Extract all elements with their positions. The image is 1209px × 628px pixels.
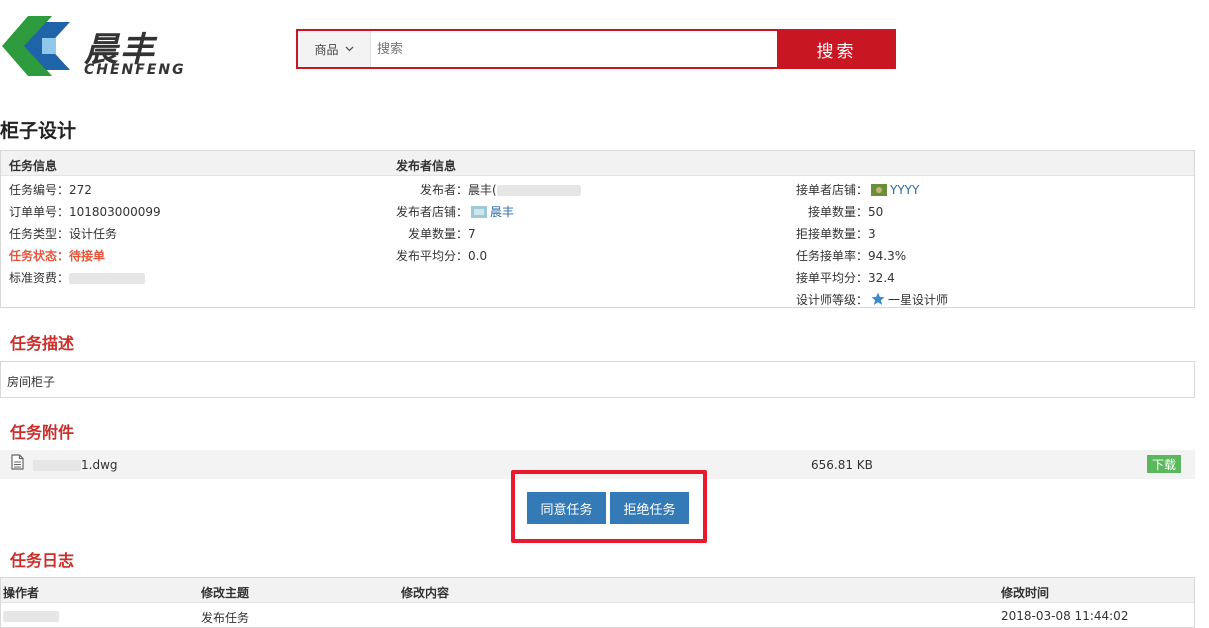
publisher-shop: 发布者店铺： 晨丰 bbox=[396, 203, 514, 220]
publisher-shop-link[interactable]: 晨丰 bbox=[490, 205, 514, 219]
reject-task-button[interactable]: 拒绝任务 bbox=[610, 492, 689, 524]
download-button[interactable]: 下载 bbox=[1147, 455, 1181, 473]
taker-shop-label: 接单者店铺： bbox=[796, 183, 869, 197]
publisher: 发布者：晨丰( bbox=[420, 181, 581, 198]
brand-name-en: CHENFENG bbox=[84, 62, 186, 78]
taker-shop-link[interactable]: YYYY bbox=[890, 183, 919, 197]
search-bar: 商品 搜索 bbox=[296, 29, 896, 69]
attachment-file-suffix: 1.dwg bbox=[81, 458, 118, 472]
log-operator bbox=[3, 609, 59, 623]
taker-avg-score: 接单平均分：32.4 bbox=[796, 271, 895, 285]
description-heading: 任务描述 bbox=[10, 334, 75, 353]
publisher-label: 发布者： bbox=[420, 183, 469, 197]
designer-level-value: 一星设计师 bbox=[888, 293, 949, 307]
log-column-content: 修改内容 bbox=[401, 586, 450, 600]
page-title: 柜子设计 bbox=[0, 120, 77, 142]
standard-fee-label: 标准资费： bbox=[9, 271, 70, 285]
publisher-avg-score: 发布平均分：0.0 bbox=[396, 249, 488, 263]
search-button[interactable]: 搜索 bbox=[777, 29, 896, 69]
taker-accepted: 接单数量：50 bbox=[808, 205, 884, 219]
task-id: 任务编号：272 bbox=[9, 183, 92, 197]
log-heading: 任务日志 bbox=[10, 551, 75, 570]
standard-fee: 标准资费： bbox=[9, 269, 146, 286]
publisher-shop-label: 发布者店铺： bbox=[396, 205, 469, 219]
file-icon bbox=[11, 454, 24, 470]
task-status: 任务状态：待接单 bbox=[9, 249, 106, 263]
task-info-heading: 任务信息 bbox=[9, 159, 58, 173]
attachments-heading: 任务附件 bbox=[10, 423, 75, 442]
star-icon bbox=[871, 292, 885, 305]
taker-rate: 任务接单率：94.3% bbox=[796, 249, 907, 263]
shop-image-icon bbox=[471, 206, 488, 218]
taker-rejected: 拒接单数量：3 bbox=[796, 227, 876, 241]
log-column-time: 修改时间 bbox=[1001, 586, 1050, 600]
blurred-filename bbox=[33, 460, 81, 471]
publisher-orders: 发单数量：7 bbox=[408, 227, 476, 241]
description-panel bbox=[0, 361, 1195, 398]
search-category-select[interactable]: 商品 bbox=[298, 31, 371, 67]
search-category-label: 商品 bbox=[314, 42, 339, 57]
attachment-file-link[interactable]: 1.dwg bbox=[33, 458, 118, 472]
log-column-operator: 操作者 bbox=[3, 586, 40, 600]
publisher-name: 晨丰( bbox=[468, 183, 497, 197]
blurred-publisher bbox=[496, 185, 581, 196]
log-subject: 发布任务 bbox=[201, 611, 250, 625]
task-info-header bbox=[1, 151, 1194, 176]
search-input[interactable] bbox=[371, 31, 777, 67]
description-text: 房间柜子 bbox=[7, 375, 56, 389]
attachment-size: 656.81 KB bbox=[811, 458, 873, 472]
task-type: 任务类型：设计任务 bbox=[9, 227, 118, 241]
blurred-operator bbox=[3, 611, 59, 622]
logo-light-square bbox=[42, 38, 56, 54]
publisher-info-heading: 发布者信息 bbox=[396, 159, 457, 173]
designer-level: 设计师等级： 一星设计师 bbox=[796, 291, 948, 308]
taker-shop: 接单者店铺： YYYY bbox=[796, 181, 919, 198]
designer-level-label: 设计师等级： bbox=[796, 293, 869, 307]
taker-avatar-icon bbox=[871, 184, 888, 196]
order-number: 订单单号：101803000099 bbox=[9, 205, 161, 219]
log-column-subject: 修改主题 bbox=[201, 586, 250, 600]
log-time: 2018-03-08 11:44:02 bbox=[1001, 609, 1129, 623]
chevron-down-icon bbox=[345, 46, 353, 52]
blurred-fee bbox=[69, 273, 146, 284]
accept-task-button[interactable]: 同意任务 bbox=[527, 492, 606, 524]
